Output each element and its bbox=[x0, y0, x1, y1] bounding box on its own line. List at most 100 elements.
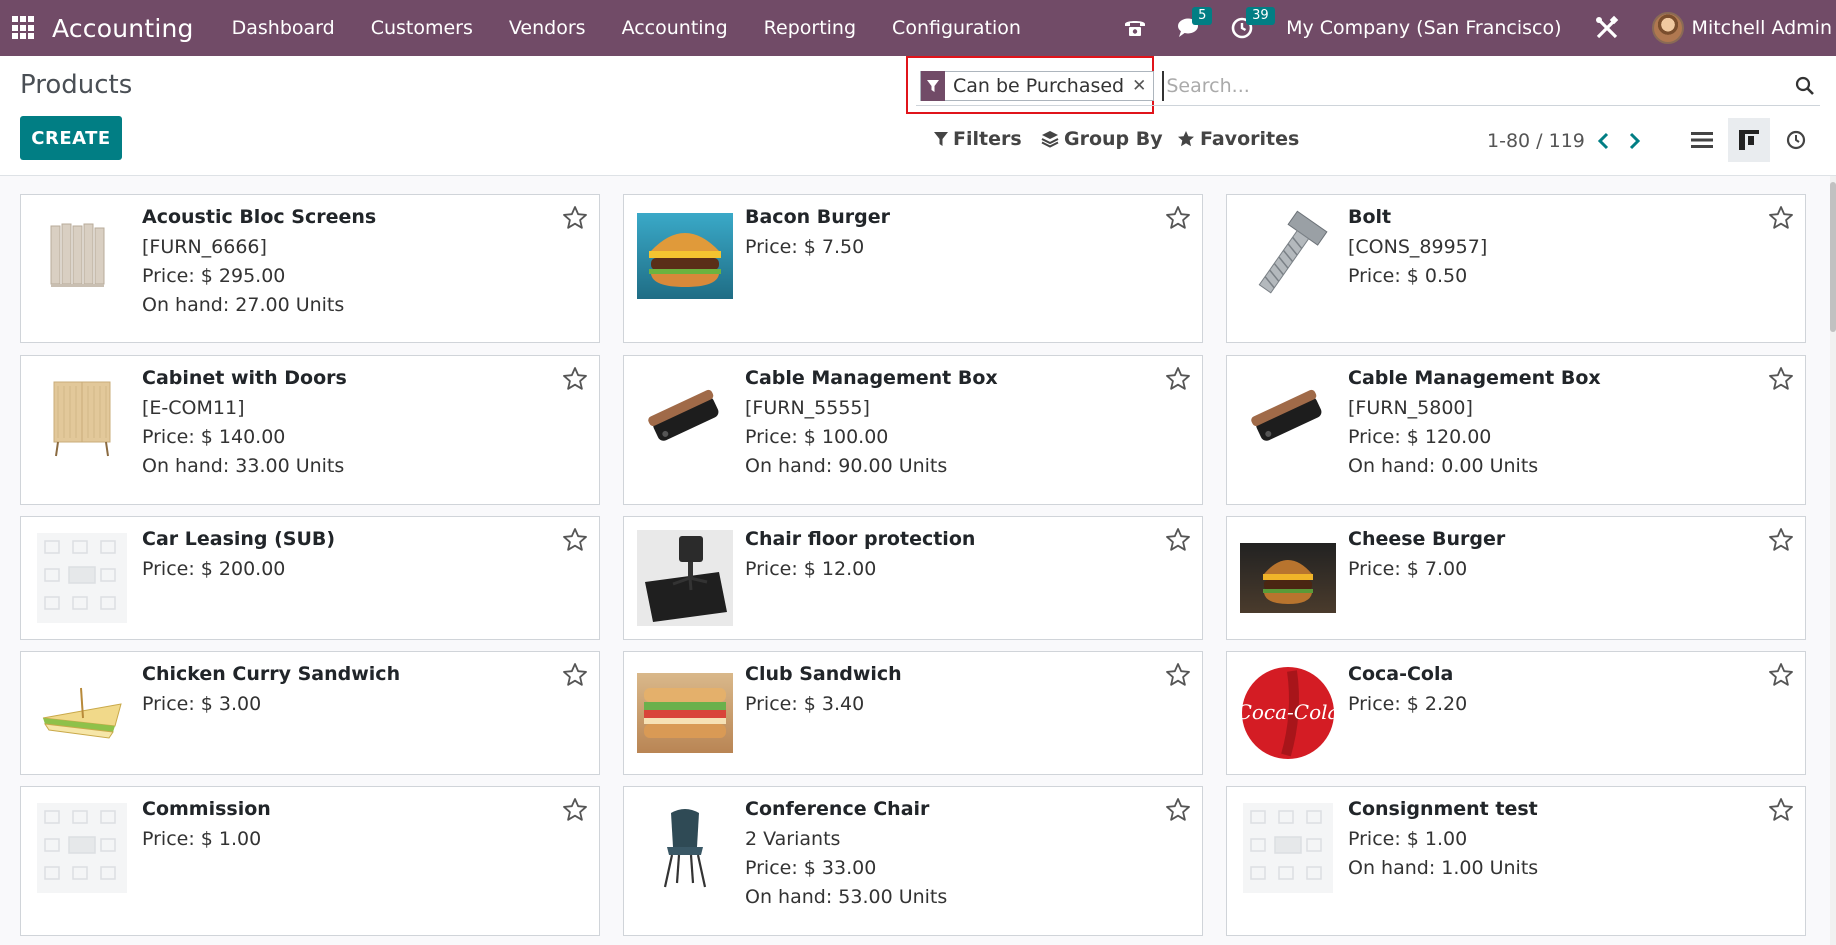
product-details: Cable Management Box [FURN_5800] Price: $ … bbox=[1348, 366, 1745, 481]
favorite-star-icon[interactable] bbox=[1165, 662, 1191, 688]
favorites-dropdown[interactable]: Favorites bbox=[1177, 128, 1299, 150]
groupby-dropdown[interactable]: Group By bbox=[1041, 128, 1163, 150]
favorite-star-icon[interactable] bbox=[562, 527, 588, 553]
menu-reporting[interactable]: Reporting bbox=[746, 0, 874, 56]
search-icon[interactable] bbox=[1790, 71, 1820, 101]
product-info-line: Price: $ 2.20 bbox=[1348, 693, 1468, 715]
product-image bbox=[1240, 800, 1336, 896]
menu-customers[interactable]: Customers bbox=[353, 0, 491, 56]
pager-value[interactable]: 1-80 / 119 bbox=[1487, 130, 1585, 152]
product-name: Club Sandwich bbox=[745, 663, 902, 685]
favorite-star-icon[interactable] bbox=[1768, 797, 1794, 823]
product-name: Consignment test bbox=[1348, 798, 1538, 820]
product-card[interactable]: Car Leasing (SUB) Price: $ 200.00 bbox=[20, 516, 600, 640]
product-card[interactable]: Chicken Curry Sandwich Price: $ 3.00 bbox=[20, 651, 600, 775]
product-card[interactable]: Acoustic Bloc Screens [FURN_6666] Price: $… bbox=[20, 194, 600, 343]
product-info-line: [FURN_6666] bbox=[142, 236, 267, 258]
product-image bbox=[637, 208, 733, 304]
product-image bbox=[34, 208, 130, 304]
product-details: Commission Price: $ 1.00 bbox=[142, 797, 539, 854]
layers-icon bbox=[1041, 131, 1059, 148]
product-card[interactable]: Commission Price: $ 1.00 bbox=[20, 786, 600, 936]
product-details: Chair floor protection Price: $ 12.00 bbox=[745, 527, 1142, 584]
product-card[interactable]: Chair floor protection Price: $ 12.00 bbox=[623, 516, 1203, 640]
product-info-line: On hand: 53.00 Units bbox=[745, 886, 948, 908]
product-info-line: Price: $ 3.40 bbox=[745, 693, 865, 715]
voip-phone-icon[interactable] bbox=[1120, 13, 1150, 43]
activities-clock-icon[interactable]: 39 bbox=[1228, 7, 1275, 43]
product-info-line: Price: $ 140.00 bbox=[142, 426, 286, 448]
filters-dropdown[interactable]: Filters bbox=[934, 128, 1022, 150]
favorite-star-icon[interactable] bbox=[562, 797, 588, 823]
product-name: Chair floor protection bbox=[745, 528, 976, 550]
product-card[interactable]: Bacon Burger Price: $ 7.50 bbox=[623, 194, 1203, 343]
product-details: Club Sandwich Price: $ 3.40 bbox=[745, 662, 1142, 719]
messages-badge: 5 bbox=[1192, 7, 1213, 25]
create-button[interactable]: CREATE bbox=[20, 116, 122, 160]
favorites-label: Favorites bbox=[1200, 128, 1300, 150]
product-image bbox=[1240, 369, 1336, 465]
favorite-star-icon[interactable] bbox=[1165, 527, 1191, 553]
menu-dashboard[interactable]: Dashboard bbox=[214, 0, 353, 56]
product-name: Cheese Burger bbox=[1348, 528, 1506, 550]
menu-configuration[interactable]: Configuration bbox=[874, 0, 1039, 56]
debug-tools-icon[interactable] bbox=[1592, 13, 1622, 43]
app-name[interactable]: Accounting bbox=[52, 14, 194, 43]
favorite-star-icon[interactable] bbox=[562, 662, 588, 688]
filter-icon bbox=[934, 132, 948, 146]
product-details: Cable Management Box [FURN_5555] Price: $ … bbox=[745, 366, 1142, 481]
product-card[interactable]: Bolt [CONS_89957] Price: $ 0.50 bbox=[1226, 194, 1806, 343]
favorite-star-icon[interactable] bbox=[1768, 527, 1794, 553]
product-details: Coca-Cola Price: $ 2.20 bbox=[1348, 662, 1745, 719]
control-panel: Products CREATE Can be Purchased ✕ Filte… bbox=[0, 56, 1836, 176]
user-avatar[interactable] bbox=[1651, 12, 1684, 44]
favorite-star-icon[interactable] bbox=[1768, 205, 1794, 231]
product-card[interactable]: Consignment test Price: $ 1.00 On hand: 1.… bbox=[1226, 786, 1806, 936]
product-card[interactable]: Cable Management Box [FURN_5555] Price: $ … bbox=[623, 355, 1203, 505]
product-card[interactable]: Club Sandwich Price: $ 3.40 bbox=[623, 651, 1203, 775]
product-details: Conference Chair 2 Variants Price: $ 33.00… bbox=[745, 797, 1142, 912]
product-name: Chicken Curry Sandwich bbox=[142, 663, 401, 685]
list-view-icon[interactable] bbox=[1681, 118, 1723, 162]
favorite-star-icon[interactable] bbox=[1165, 797, 1191, 823]
pager-previous-icon[interactable] bbox=[1592, 128, 1614, 154]
scrollbar-thumb[interactable] bbox=[1830, 182, 1836, 332]
activity-view-clock-icon[interactable] bbox=[1775, 118, 1817, 162]
product-info-line: Price: $ 1.00 bbox=[1348, 828, 1468, 850]
product-card[interactable]: Cabinet with Doors [E-COM11] Price: $ 140.… bbox=[20, 355, 600, 505]
company-switcher[interactable]: My Company (San Francisco) bbox=[1286, 17, 1561, 39]
product-image bbox=[637, 800, 733, 896]
product-card[interactable]: Cheese Burger Price: $ 7.00 bbox=[1226, 516, 1806, 640]
product-name: Bacon Burger bbox=[745, 206, 890, 228]
product-image bbox=[1240, 208, 1336, 304]
top-navbar: Accounting Dashboard Customers Vendors A… bbox=[0, 0, 1836, 56]
page-title: Products bbox=[20, 70, 133, 100]
product-info-line: On hand: 0.00 Units bbox=[1348, 455, 1539, 477]
star-icon bbox=[1178, 131, 1194, 147]
menu-vendors[interactable]: Vendors bbox=[491, 0, 604, 56]
messages-icon[interactable]: 5 bbox=[1174, 7, 1213, 43]
product-name: Bolt bbox=[1348, 206, 1392, 228]
search-bar: Can be Purchased ✕ bbox=[916, 66, 1820, 106]
search-input[interactable] bbox=[1162, 70, 1790, 101]
product-card[interactable]: Cable Management Box [FURN_5800] Price: $ … bbox=[1226, 355, 1806, 505]
favorite-star-icon[interactable] bbox=[1165, 366, 1191, 392]
menu-accounting[interactable]: Accounting bbox=[604, 0, 746, 56]
app-menu-icon[interactable] bbox=[12, 16, 36, 40]
favorite-star-icon[interactable] bbox=[1165, 205, 1191, 231]
favorite-star-icon[interactable] bbox=[562, 205, 588, 231]
favorite-star-icon[interactable] bbox=[1768, 662, 1794, 688]
product-details: Acoustic Bloc Screens [FURN_6666] Price: $… bbox=[142, 205, 539, 320]
product-image: Coca-Cola bbox=[1240, 665, 1336, 761]
user-menu[interactable]: Mitchell Admin bbox=[1692, 17, 1832, 39]
product-card[interactable]: Coca-Cola Coca-Cola Price: $ 2.20 bbox=[1226, 651, 1806, 775]
pager-next-icon[interactable] bbox=[1624, 128, 1646, 154]
kanban-view-icon[interactable] bbox=[1728, 118, 1770, 162]
product-info-line: Price: $ 0.50 bbox=[1348, 265, 1468, 287]
favorite-star-icon[interactable] bbox=[562, 366, 588, 392]
facet-remove-icon[interactable]: ✕ bbox=[1132, 76, 1153, 96]
favorite-star-icon[interactable] bbox=[1768, 366, 1794, 392]
product-name: Coca-Cola bbox=[1348, 663, 1454, 685]
search-facet: Can be Purchased ✕ bbox=[920, 70, 1155, 101]
product-card[interactable]: Conference Chair 2 Variants Price: $ 33.00… bbox=[623, 786, 1203, 936]
